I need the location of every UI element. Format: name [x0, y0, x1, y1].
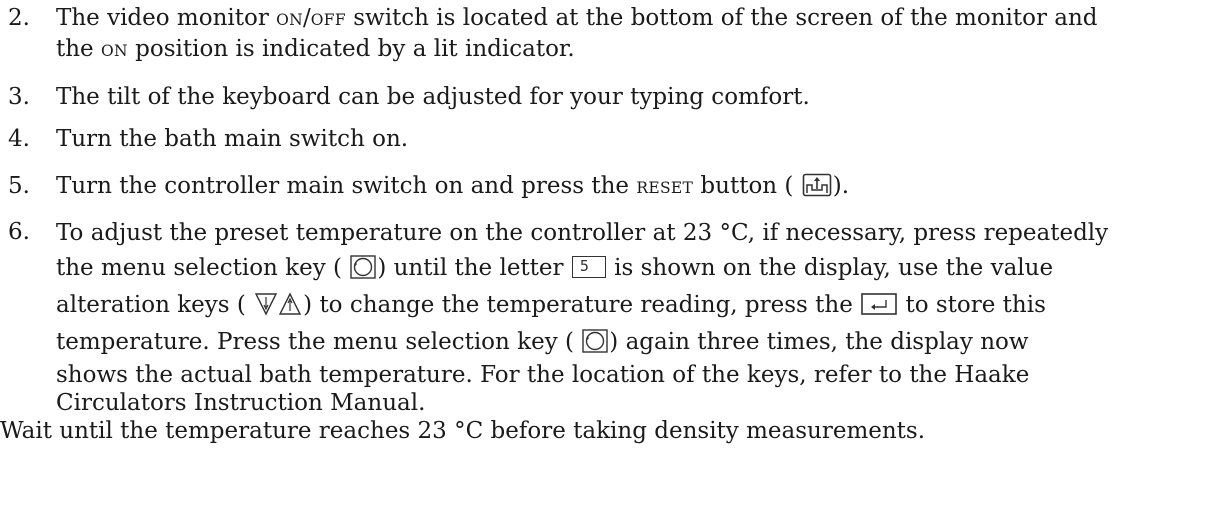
item-text: Turn the bath main switch on.: [56, 126, 409, 152]
enter-return-icon: [861, 293, 897, 315]
item-number: 2.: [8, 5, 30, 31]
menu-circle-icon: [582, 329, 608, 353]
item-number: 5.: [8, 173, 30, 199]
item-text: The video monitor ON/OFF switch is locat…: [56, 5, 1098, 62]
item-text: Turn the controller main switch on and p…: [56, 173, 850, 199]
menu-circle-icon: [350, 255, 377, 279]
item-number: 4.: [8, 126, 30, 152]
item-number: 6.: [8, 219, 30, 245]
item-text: The tilt of the keyboard can be adjusted…: [56, 84, 810, 110]
down-up-triangle-icons: [254, 292, 302, 316]
display-letter-box: 5: [571, 256, 606, 278]
item-number: 3.: [8, 84, 30, 110]
item-text: To adjust the preset temperature on the …: [0, 220, 1109, 444]
reset-arrow-icon: [802, 173, 832, 197]
